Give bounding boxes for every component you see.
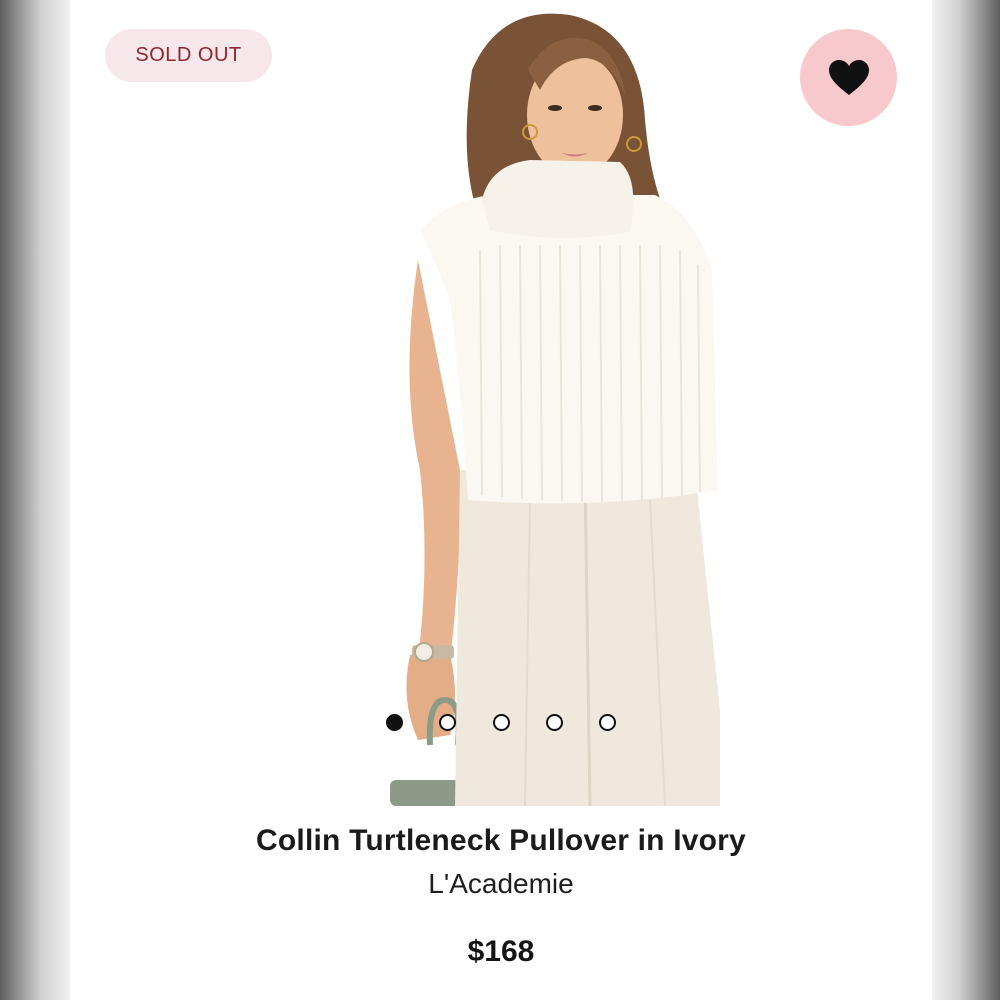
product-card: SOLD OUT Collin Turtleneck Pullover in I… [70, 0, 932, 1000]
sold-out-badge: SOLD OUT [105, 29, 272, 82]
carousel-dot-3[interactable] [492, 713, 510, 731]
product-image[interactable] [300, 0, 720, 806]
carousel-dot-1[interactable] [386, 713, 403, 731]
model-photo [390, 13, 720, 806]
carousel-dot-5[interactable] [599, 713, 616, 731]
carousel-dots [386, 712, 616, 732]
heart-icon [828, 59, 869, 95]
carousel-dot-2[interactable] [439, 713, 457, 731]
product-title: Collin Turtleneck Pullover in Ivory [256, 824, 746, 857]
carousel-dot-4[interactable] [545, 713, 563, 731]
product-price: $168 [467, 935, 535, 968]
favorite-button[interactable] [800, 29, 897, 126]
product-brand[interactable]: L'Academie [70, 868, 932, 900]
